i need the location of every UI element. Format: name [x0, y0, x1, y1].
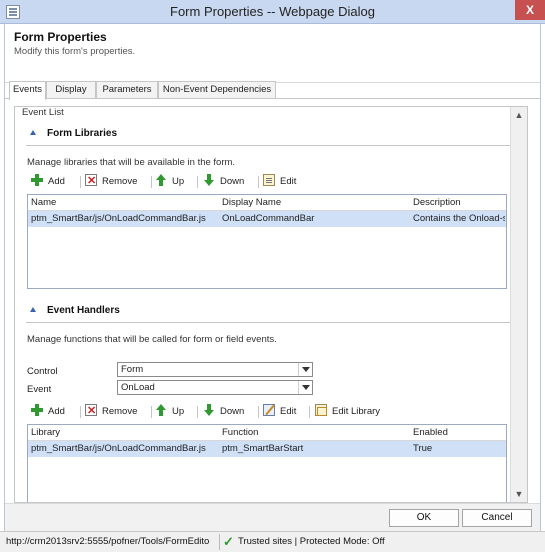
column-header-description[interactable]: Description	[413, 195, 505, 211]
page-subtitle: Modify this form's properties.	[14, 46, 136, 57]
library-description-cell: Contains the Onload-s...	[413, 213, 505, 224]
event-handlers-header[interactable]: Event Handlers	[30, 305, 120, 316]
handler-edit-button[interactable]: Edit	[263, 403, 296, 421]
handler-library-cell: ptm_SmartBar/js/OnLoadCommandBar.js	[31, 443, 206, 454]
table-row[interactable]: ptm_SmartBar/js/OnLoadCommandBar.js OnLo…	[28, 211, 506, 227]
handler-edit-library-button[interactable]: Edit Library	[315, 403, 380, 421]
edit-function-icon	[263, 404, 275, 416]
toolbar-separator	[309, 406, 310, 418]
page-title: Form Properties	[14, 30, 107, 44]
title-bar: Form Properties -- Webpage Dialog X	[0, 0, 545, 24]
column-header-display-name[interactable]: Display Name	[222, 195, 407, 211]
column-header-library[interactable]: Library	[31, 425, 216, 441]
control-label: Control	[27, 366, 58, 377]
status-separator	[219, 534, 220, 550]
toolbar-separator	[151, 176, 152, 188]
dialog-frame: Form Properties Modify this form's prope…	[4, 24, 541, 531]
collapse-triangle-icon[interactable]	[30, 130, 36, 135]
toolbar-separator	[197, 406, 198, 418]
tab-divider	[5, 98, 540, 99]
ok-button[interactable]: OK	[389, 509, 459, 527]
handler-add-button[interactable]: Add	[31, 403, 65, 421]
grid-header: Library Function Enabled	[28, 425, 506, 441]
form-libraries-header[interactable]: Form Libraries	[30, 128, 117, 139]
form-libraries-description: Manage libraries that will be available …	[27, 157, 236, 168]
tab-non-event-dependencies[interactable]: Non-Event Dependencies	[158, 81, 276, 99]
dialog-header: Form Properties Modify this form's prope…	[5, 24, 540, 84]
status-url: http://crm2013srv2:5555/pofner/Tools/For…	[6, 536, 210, 547]
chevron-down-icon[interactable]	[298, 363, 312, 376]
handler-up-button[interactable]: Up	[155, 403, 184, 421]
handler-function-cell: ptm_SmartBarStart	[222, 443, 304, 454]
tab-display[interactable]: Display	[46, 81, 96, 99]
down-arrow-icon	[203, 404, 215, 416]
vertical-scrollbar[interactable]: ▲ ▼	[510, 107, 527, 502]
toolbar-separator	[80, 406, 81, 418]
form-libraries-title: Form Libraries	[47, 128, 118, 139]
add-icon	[31, 174, 43, 186]
toolbar-separator	[258, 176, 259, 188]
event-handlers-title: Event Handlers	[47, 305, 120, 316]
library-up-button[interactable]: Up	[155, 173, 184, 191]
status-bar: http://crm2013srv2:5555/pofner/Tools/For…	[0, 531, 545, 552]
grid-header: Name Display Name Description	[28, 195, 506, 211]
library-edit-button[interactable]: Edit	[263, 173, 296, 191]
handler-remove-button[interactable]: Remove	[85, 402, 137, 421]
event-handlers-grid: Library Function Enabled ptm_SmartBar/js…	[27, 424, 507, 502]
chevron-down-icon[interactable]	[298, 381, 312, 394]
scroll-down-arrow-icon[interactable]: ▼	[511, 486, 527, 502]
close-button[interactable]: X	[515, 0, 545, 20]
library-remove-button[interactable]: Remove	[85, 172, 137, 191]
tab-parameters[interactable]: Parameters	[96, 81, 158, 99]
event-select[interactable]: OnLoad	[117, 380, 313, 395]
column-header-name[interactable]: Name	[31, 195, 216, 211]
handler-enabled-cell: True	[413, 443, 433, 454]
toolbar-separator	[197, 176, 198, 188]
toolbar-separator	[258, 406, 259, 418]
event-list-panel: Event List Form Libraries Manage librari…	[14, 106, 528, 503]
cancel-button[interactable]: Cancel	[462, 509, 532, 527]
scroll-up-arrow-icon[interactable]: ▲	[511, 107, 527, 123]
toolbar-separator	[80, 176, 81, 188]
remove-icon	[85, 172, 97, 190]
column-header-function[interactable]: Function	[222, 425, 407, 441]
remove-icon	[85, 402, 97, 420]
toolbar-separator	[151, 406, 152, 418]
event-list-legend: Event List	[20, 107, 66, 118]
event-handlers-description: Manage functions that will be called for…	[27, 334, 277, 345]
down-arrow-icon	[203, 174, 215, 186]
form-libraries-divider	[26, 145, 510, 146]
edit-icon	[263, 174, 275, 186]
column-header-enabled[interactable]: Enabled	[413, 425, 505, 441]
event-handlers-divider	[26, 322, 510, 323]
up-arrow-icon	[155, 174, 167, 186]
dialog-footer: OK Cancel	[5, 503, 540, 531]
library-add-button[interactable]: Add	[31, 173, 65, 191]
library-down-button[interactable]: Down	[203, 173, 244, 191]
edit-library-icon	[315, 404, 327, 416]
window-title: Form Properties -- Webpage Dialog	[170, 4, 375, 19]
event-label: Event	[27, 384, 52, 395]
checkmark-icon: ✓	[223, 534, 234, 549]
up-arrow-icon	[155, 404, 167, 416]
collapse-triangle-icon[interactable]	[30, 307, 36, 312]
form-libraries-grid: Name Display Name Description ptm_SmartB…	[27, 194, 507, 289]
event-select-value: OnLoad	[121, 382, 155, 393]
tab-events[interactable]: Events	[9, 81, 46, 100]
control-select[interactable]: Form	[117, 362, 313, 377]
library-name-cell: ptm_SmartBar/js/OnLoadCommandBar.js	[31, 213, 206, 224]
control-select-value: Form	[121, 364, 144, 375]
table-row[interactable]: ptm_SmartBar/js/OnLoadCommandBar.js ptm_…	[28, 441, 506, 457]
add-icon	[31, 404, 43, 416]
handler-down-button[interactable]: Down	[203, 403, 244, 421]
library-display-name-cell: OnLoadCommandBar	[222, 213, 315, 224]
security-zone-text: Trusted sites | Protected Mode: Off	[238, 536, 385, 547]
